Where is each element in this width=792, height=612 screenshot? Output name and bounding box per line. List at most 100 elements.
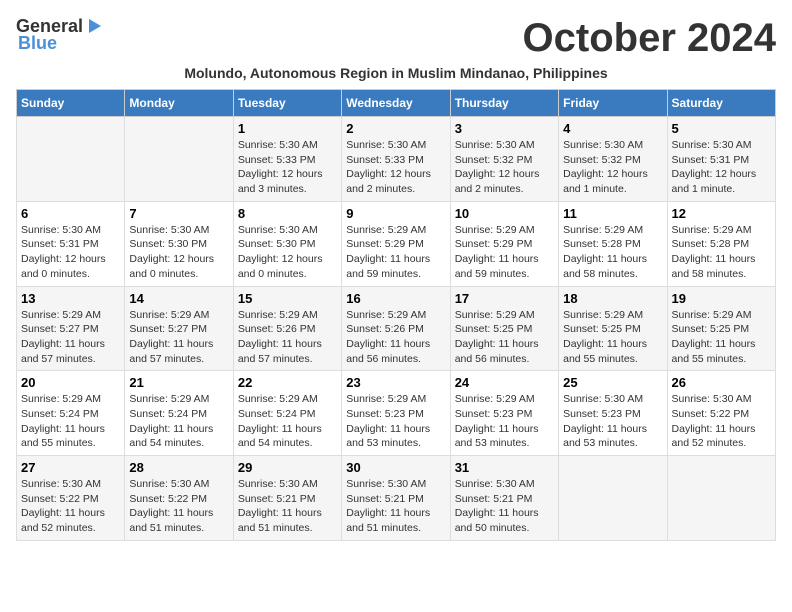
- day-number: 18: [563, 291, 662, 306]
- day-info: Sunrise: 5:29 AM Sunset: 5:24 PM Dayligh…: [238, 392, 337, 451]
- calendar-cell: 3 Sunrise: 5:30 AM Sunset: 5:32 PM Daylig…: [450, 117, 558, 202]
- day-info: Sunrise: 5:29 AM Sunset: 5:25 PM Dayligh…: [672, 308, 771, 367]
- day-number: 4: [563, 121, 662, 136]
- day-info: Sunrise: 5:30 AM Sunset: 5:30 PM Dayligh…: [129, 223, 228, 282]
- calendar-cell: 17 Sunrise: 5:29 AM Sunset: 5:25 PM Dayli…: [450, 286, 558, 371]
- day-info: Sunrise: 5:29 AM Sunset: 5:25 PM Dayligh…: [455, 308, 554, 367]
- day-number: 23: [346, 375, 445, 390]
- calendar-cell: 5 Sunrise: 5:30 AM Sunset: 5:31 PM Daylig…: [667, 117, 775, 202]
- calendar-cell: 9 Sunrise: 5:29 AM Sunset: 5:29 PM Daylig…: [342, 201, 450, 286]
- week-row-5: 27 Sunrise: 5:30 AM Sunset: 5:22 PM Dayli…: [17, 456, 776, 541]
- day-info: Sunrise: 5:30 AM Sunset: 5:32 PM Dayligh…: [563, 138, 662, 197]
- calendar-cell: 31Sunrise: 5:30 AM Sunset: 5:21 PM Dayli…: [450, 456, 558, 541]
- calendar-cell: 7Sunrise: 5:30 AM Sunset: 5:30 PM Daylig…: [125, 201, 233, 286]
- day-info: Sunrise: 5:29 AM Sunset: 5:28 PM Dayligh…: [563, 223, 662, 282]
- day-number: 10: [455, 206, 554, 221]
- day-header-tuesday: Tuesday: [233, 90, 341, 117]
- day-number: 29: [238, 460, 337, 475]
- calendar-cell: 27 Sunrise: 5:30 AM Sunset: 5:22 PM Dayli…: [17, 456, 125, 541]
- day-number: 16: [346, 291, 445, 306]
- day-info: Sunrise: 5:29 AM Sunset: 5:24 PM Dayligh…: [21, 392, 120, 451]
- day-header-thursday: Thursday: [450, 90, 558, 117]
- day-number: 28: [129, 460, 228, 475]
- calendar-table: SundayMondayTuesdayWednesdayThursdayFrid…: [16, 89, 776, 541]
- calendar-cell: 24 Sunrise: 5:29 AM Sunset: 5:23 PM Dayli…: [450, 371, 558, 456]
- day-number: 13: [21, 291, 120, 306]
- day-number: 24: [455, 375, 554, 390]
- day-number: 14: [129, 291, 228, 306]
- day-number: 22: [238, 375, 337, 390]
- day-number: 15: [238, 291, 337, 306]
- week-row-1: 1 Sunrise: 5:30 AM Sunset: 5:33 PM Daylig…: [17, 117, 776, 202]
- logo: General Blue: [16, 16, 103, 54]
- day-info: Sunrise: 5:29 AM Sunset: 5:29 PM Dayligh…: [346, 223, 445, 282]
- day-info: Sunrise: 5:29 AM Sunset: 5:23 PM Dayligh…: [455, 392, 554, 451]
- day-number: 9: [346, 206, 445, 221]
- calendar-cell: 4 Sunrise: 5:30 AM Sunset: 5:32 PM Daylig…: [559, 117, 667, 202]
- day-info: Sunrise: 5:30 AM Sunset: 5:21 PM Dayligh…: [346, 477, 445, 536]
- day-info: Sunrise: 5:30 AM Sunset: 5:22 PM Dayligh…: [129, 477, 228, 536]
- calendar-cell: 2 Sunrise: 5:30 AM Sunset: 5:33 PM Daylig…: [342, 117, 450, 202]
- day-info: Sunrise: 5:29 AM Sunset: 5:29 PM Dayligh…: [455, 223, 554, 282]
- day-number: 11: [563, 206, 662, 221]
- day-info: Sunrise: 5:29 AM Sunset: 5:26 PM Dayligh…: [346, 308, 445, 367]
- day-info: Sunrise: 5:30 AM Sunset: 5:30 PM Dayligh…: [238, 223, 337, 282]
- day-info: Sunrise: 5:29 AM Sunset: 5:23 PM Dayligh…: [346, 392, 445, 451]
- calendar-cell: [125, 117, 233, 202]
- calendar-cell: 29 Sunrise: 5:30 AM Sunset: 5:21 PM Dayli…: [233, 456, 341, 541]
- day-number: 19: [672, 291, 771, 306]
- day-info: Sunrise: 5:30 AM Sunset: 5:33 PM Dayligh…: [238, 138, 337, 197]
- day-number: 26: [672, 375, 771, 390]
- calendar-cell: [667, 456, 775, 541]
- day-number: 17: [455, 291, 554, 306]
- day-info: Sunrise: 5:29 AM Sunset: 5:25 PM Dayligh…: [563, 308, 662, 367]
- day-header-wednesday: Wednesday: [342, 90, 450, 117]
- day-info: Sunrise: 5:29 AM Sunset: 5:24 PM Dayligh…: [129, 392, 228, 451]
- calendar-cell: 30 Sunrise: 5:30 AM Sunset: 5:21 PM Dayli…: [342, 456, 450, 541]
- calendar-cell: [559, 456, 667, 541]
- day-number: 12: [672, 206, 771, 221]
- logo-icon: [85, 17, 103, 35]
- day-headers-row: SundayMondayTuesdayWednesdayThursdayFrid…: [17, 90, 776, 117]
- day-info: Sunrise: 5:29 AM Sunset: 5:27 PM Dayligh…: [21, 308, 120, 367]
- day-info: Sunrise: 5:29 AM Sunset: 5:28 PM Dayligh…: [672, 223, 771, 282]
- day-number: 3: [455, 121, 554, 136]
- day-info: Sunrise: 5:30 AM Sunset: 5:31 PM Dayligh…: [672, 138, 771, 197]
- day-number: 20: [21, 375, 120, 390]
- calendar-cell: 10 Sunrise: 5:29 AM Sunset: 5:29 PM Dayli…: [450, 201, 558, 286]
- calendar-cell: 13 Sunrise: 5:29 AM Sunset: 5:27 PM Dayli…: [17, 286, 125, 371]
- day-info: Sunrise: 5:29 AM Sunset: 5:27 PM Dayligh…: [129, 308, 228, 367]
- day-number: 30: [346, 460, 445, 475]
- day-number: 27: [21, 460, 120, 475]
- calendar-cell: 21 Sunrise: 5:29 AM Sunset: 5:24 PM Dayli…: [125, 371, 233, 456]
- calendar-cell: 16 Sunrise: 5:29 AM Sunset: 5:26 PM Dayli…: [342, 286, 450, 371]
- day-header-friday: Friday: [559, 90, 667, 117]
- page-header: General Blue October 2024: [16, 16, 776, 61]
- day-info: Sunrise: 5:30 AM Sunset: 5:33 PM Dayligh…: [346, 138, 445, 197]
- day-number: 5: [672, 121, 771, 136]
- day-header-monday: Monday: [125, 90, 233, 117]
- calendar-cell: 26Sunrise: 5:30 AM Sunset: 5:22 PM Dayli…: [667, 371, 775, 456]
- day-number: 1: [238, 121, 337, 136]
- day-number: 2: [346, 121, 445, 136]
- calendar-subtitle: Molundo, Autonomous Region in Muslim Min…: [16, 65, 776, 81]
- logo-blue-text: Blue: [18, 33, 57, 54]
- day-header-sunday: Sunday: [17, 90, 125, 117]
- calendar-cell: 23 Sunrise: 5:29 AM Sunset: 5:23 PM Dayli…: [342, 371, 450, 456]
- day-number: 25: [563, 375, 662, 390]
- calendar-cell: 11 Sunrise: 5:29 AM Sunset: 5:28 PM Dayli…: [559, 201, 667, 286]
- day-info: Sunrise: 5:30 AM Sunset: 5:21 PM Dayligh…: [238, 477, 337, 536]
- month-title: October 2024: [523, 16, 776, 61]
- day-number: 21: [129, 375, 228, 390]
- calendar-cell: 6Sunrise: 5:30 AM Sunset: 5:31 PM Daylig…: [17, 201, 125, 286]
- day-number: 8: [238, 206, 337, 221]
- day-number: 6: [21, 206, 120, 221]
- day-number: 31: [455, 460, 554, 475]
- calendar-cell: 12 Sunrise: 5:29 AM Sunset: 5:28 PM Dayli…: [667, 201, 775, 286]
- calendar-cell: 14 Sunrise: 5:29 AM Sunset: 5:27 PM Dayli…: [125, 286, 233, 371]
- day-info: Sunrise: 5:30 AM Sunset: 5:32 PM Dayligh…: [455, 138, 554, 197]
- calendar-cell: 8 Sunrise: 5:30 AM Sunset: 5:30 PM Daylig…: [233, 201, 341, 286]
- calendar-cell: 18 Sunrise: 5:29 AM Sunset: 5:25 PM Dayli…: [559, 286, 667, 371]
- calendar-cell: 15Sunrise: 5:29 AM Sunset: 5:26 PM Dayli…: [233, 286, 341, 371]
- day-info: Sunrise: 5:30 AM Sunset: 5:22 PM Dayligh…: [21, 477, 120, 536]
